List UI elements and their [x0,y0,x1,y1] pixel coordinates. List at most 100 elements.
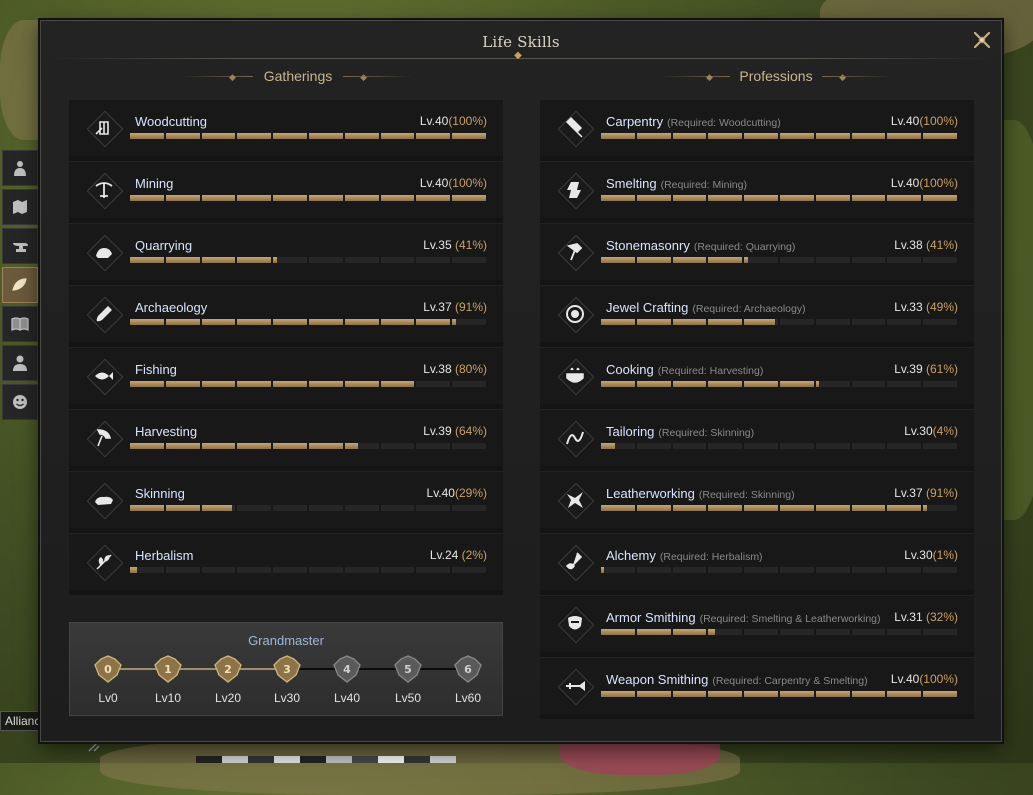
grandmaster-tier-label: Lv30 [273,691,301,705]
progress-segment [308,133,343,139]
side-tab-emote[interactable] [2,384,38,420]
skill-row-armor-smithing[interactable]: Armor Smithing (Required: Smelting & Leat… [540,595,974,652]
progress-fill [708,381,743,387]
progress-segment [672,257,707,263]
skill-name-text: Stonemasonry [606,238,690,253]
skill-row-herbalism[interactable]: Herbalism Lv.24 (2%) [69,533,503,590]
progress-fill [273,195,307,201]
skill-level-value: Lv.40 [890,672,920,686]
grandmaster-tier-5[interactable]: 5 [393,655,423,683]
progress-segment [130,443,164,449]
side-tab-character[interactable] [2,150,38,186]
close-button[interactable] [969,27,995,53]
skill-row-smelting[interactable]: Smelting (Required: Mining) Lv.40(100%) [540,161,974,218]
progress-segment [201,567,236,573]
progress-segment [636,505,671,511]
grandmaster-tier-1[interactable]: 1 [153,655,183,683]
gatherings-header: ◆ Gatherings ◆ [183,68,413,84]
progress-segment [308,443,343,449]
skill-level: Lv.39 (61%) [894,362,958,376]
skill-level-value: Lv.40 [419,176,449,190]
skill-row-cooking[interactable]: Cooking (Required: Harvesting) Lv.39 (61%) [540,347,974,404]
skill-row-carpentry[interactable]: Carpentry (Required: Woodcutting) Lv.40(10… [540,99,974,156]
progress-fill [708,505,743,511]
skill-row-woodcutting[interactable]: Woodcutting Lv.40(100%) [69,99,503,156]
progress-segment [851,381,886,387]
progress-segment [201,257,236,263]
progress-segment [851,257,886,263]
skill-row-skinning[interactable]: Skinning Lv.40(29%) [69,471,503,528]
progress-segment [744,381,778,387]
skill-row-alchemy[interactable]: Alchemy (Required: Herbalism) Lv.30(1%) [540,533,974,590]
progress-segment [744,691,778,697]
progress-fill [601,195,635,201]
progress-fill [601,691,635,697]
side-tab-social[interactable] [2,345,38,381]
progress-fill [923,133,957,139]
progress-fill [851,505,886,511]
skill-row-fishing[interactable]: Fishing Lv.38 (80%) [69,347,503,404]
side-tab-book[interactable] [2,306,38,342]
progress-fill [815,381,820,387]
skill-name: Smelting (Required: Mining) [606,176,747,191]
side-tab-anvil[interactable] [2,228,38,264]
progress-fill [344,319,379,325]
progress-segment [273,567,307,573]
skill-row-mining[interactable]: Mining Lv.40(100%) [69,161,503,218]
grandmaster-tier-2[interactable]: 2 [213,655,243,683]
skill-row-tailoring[interactable]: Tailoring (Required: Skinning) Lv.30(4%) [540,409,974,466]
progress-segment [344,257,379,263]
skill-row-leatherworking[interactable]: Leatherworking (Required: Skinning) Lv.37 … [540,471,974,528]
grandmaster-tier-4[interactable]: 4 [332,655,362,683]
progress-segment [779,257,814,263]
skill-name-text: Alchemy [606,548,656,563]
progress-fill [237,381,272,387]
progress-segment [887,381,922,387]
progress-segment [416,133,451,139]
progress-segment [708,443,743,449]
side-tab-life-skills[interactable] [2,267,38,303]
skill-row-archaeology[interactable]: Archaeology Lv.37 (91%) [69,285,503,342]
progress-fill [273,443,307,449]
progress-segment [380,319,415,325]
quarrying-icon [86,234,124,272]
skill-level: Lv.31 (32%) [894,610,958,624]
skill-level-percent: (49%) [922,300,958,314]
tier-badge-icon: 4 [333,655,361,683]
grandmaster-tier-label: Lv50 [394,691,422,705]
side-tab-map[interactable] [2,189,38,225]
skill-row-stonemasonry[interactable]: Stonemasonry (Required: Quarrying) Lv.38 (… [540,223,974,280]
skill-name: Woodcutting [135,114,207,129]
skill-level-value: Lv.39 [894,362,923,376]
progress-segment [201,381,236,387]
progress-segment [130,381,164,387]
skill-row-weapon-smithing[interactable]: Weapon Smithing (Required: Carpentry & Sm… [540,657,974,714]
progress-fill [636,195,671,201]
grandmaster-tier-0[interactable]: 0 [93,655,123,683]
progress-segment [923,133,957,139]
skill-level-value: Lv.39 [423,424,452,438]
skill-name-text: Skinning [135,486,185,501]
progress-fill [815,691,850,697]
skill-row-jewel-crafting[interactable]: Jewel Crafting (Required: Archaeology) Lv.… [540,285,974,342]
progress-fill [779,691,814,697]
tier-badge-icon: 6 [454,655,482,683]
progress-segment [744,505,778,511]
progress-fill [237,133,272,139]
skill-name-text: Herbalism [135,548,194,563]
skill-level: Lv.37 (91%) [423,300,487,314]
progress-segment [452,195,486,201]
progress-bar [601,133,957,139]
progress-segment [601,381,635,387]
progress-segment [708,257,743,263]
skill-row-quarrying[interactable]: Quarrying Lv.35 (41%) [69,223,503,280]
progress-fill [452,319,456,325]
skill-level: Lv.24 (2%) [430,548,487,562]
progress-fill [815,133,850,139]
progress-bar [601,443,957,449]
skill-row-harvesting[interactable]: Harvesting Lv.39 (64%) [69,409,503,466]
progress-fill [601,505,635,511]
progress-segment [815,319,850,325]
grandmaster-tier-6[interactable]: 6 [453,655,483,683]
grandmaster-tier-3[interactable]: 3 [272,655,302,683]
